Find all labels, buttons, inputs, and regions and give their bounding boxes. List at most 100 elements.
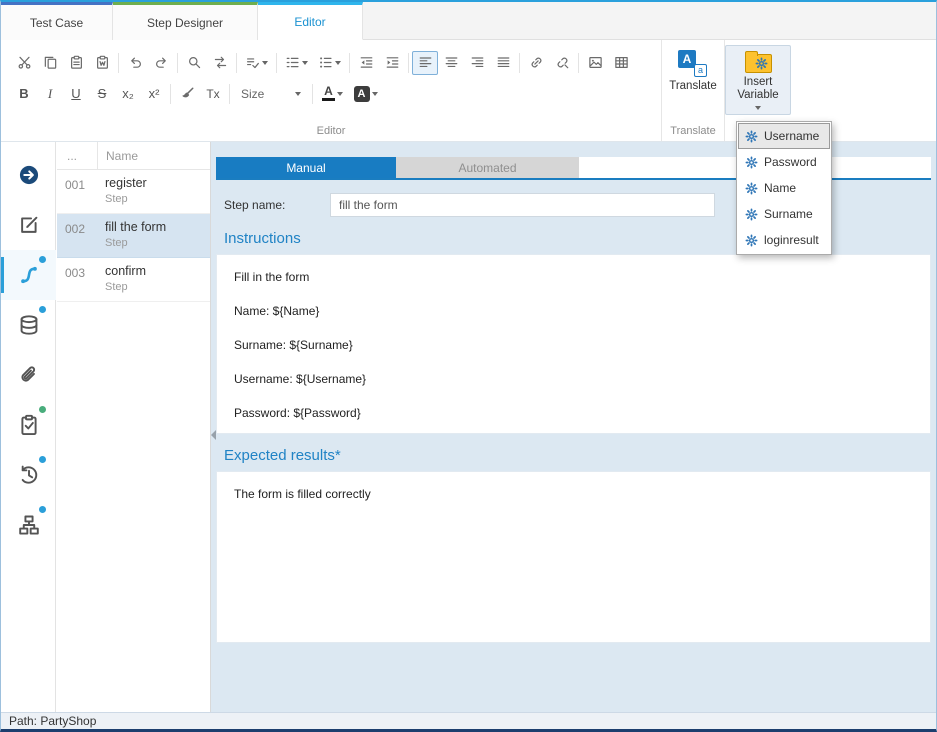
toolbar-separator <box>170 84 171 104</box>
toolbar-separator <box>408 53 409 73</box>
text-color-button[interactable]: A <box>316 82 349 106</box>
increase-indent-button[interactable] <box>379 51 405 75</box>
step-type: Step <box>105 193 210 205</box>
menu-item-password[interactable]: Password <box>738 149 830 175</box>
strikethrough-button[interactable]: S <box>89 82 115 106</box>
tab-manual[interactable]: Manual <box>216 157 396 178</box>
cut-button[interactable] <box>11 51 37 75</box>
table-button[interactable] <box>608 51 634 75</box>
align-right-button[interactable] <box>464 51 490 75</box>
translate-icon: A a <box>678 50 708 77</box>
app-window: Test Case Step Designer Editor <box>0 0 937 732</box>
subscript-button[interactable]: x₂ <box>115 82 141 106</box>
underline-button[interactable]: U <box>63 82 89 106</box>
instructions-line: Name: ${Name} <box>234 304 913 318</box>
decrease-indent-icon <box>359 55 374 70</box>
align-justify-button[interactable] <box>490 51 516 75</box>
notification-badge <box>39 256 46 263</box>
translate-button[interactable]: A a Translate <box>664 45 722 98</box>
sidebar-item-checklist[interactable] <box>1 400 56 450</box>
step-row-001[interactable]: 001 register Step <box>57 170 210 214</box>
document-tabbar: Test Case Step Designer Editor <box>1 2 936 40</box>
sidebar-item-attachments[interactable] <box>1 350 56 400</box>
sidebar-item-go[interactable] <box>1 150 56 200</box>
italic-button[interactable]: I <box>37 82 63 106</box>
editor-toolbar-group: B I U S x₂ x² Tx Size A A Editor <box>1 40 661 141</box>
gear-icon <box>745 130 758 143</box>
step-name-input[interactable] <box>330 193 715 217</box>
format-painter-button[interactable] <box>174 82 200 106</box>
notification-badge <box>39 406 46 413</box>
text-color-icon: A <box>322 86 335 101</box>
tab-step-designer[interactable]: Step Designer <box>113 2 258 40</box>
decrease-indent-button[interactable] <box>353 51 379 75</box>
path-label: Path: PartyShop <box>9 714 96 728</box>
undo-icon <box>128 55 143 70</box>
sidebar-item-data[interactable] <box>1 300 56 350</box>
translate-group: A a Translate Translate <box>662 40 724 141</box>
step-name: register <box>105 176 210 190</box>
step-row-002[interactable]: 002 fill the form Step <box>57 214 210 258</box>
superscript-button[interactable]: x² <box>141 82 167 106</box>
font-size-dropdown[interactable]: Size <box>233 82 309 106</box>
numbered-list-icon <box>285 55 300 70</box>
gear-icon <box>745 208 758 221</box>
align-left-button[interactable] <box>412 51 438 75</box>
sidebar-item-hierarchy[interactable] <box>1 500 56 550</box>
link-button[interactable] <box>523 51 549 75</box>
increase-indent-icon <box>385 55 400 70</box>
replace-button[interactable] <box>207 51 233 75</box>
menu-item-name[interactable]: Name <box>738 175 830 201</box>
undo-button[interactable] <box>122 51 148 75</box>
splitter-collapse-icon[interactable] <box>211 427 220 443</box>
menu-item-label: Name <box>764 181 796 195</box>
bold-button[interactable]: B <box>11 82 37 106</box>
step-name: confirm <box>105 264 210 278</box>
menu-item-username[interactable]: Username <box>738 123 830 149</box>
italic-label: I <box>48 86 52 102</box>
paste-button[interactable] <box>63 51 89 75</box>
paste-from-word-icon <box>95 55 110 70</box>
sidebar-item-history[interactable] <box>1 450 56 500</box>
cut-icon <box>17 55 32 70</box>
tab-step-designer-label: Step Designer <box>147 16 223 30</box>
paste-from-word-button[interactable] <box>89 51 115 75</box>
tab-editor[interactable]: Editor <box>258 2 363 40</box>
copy-button[interactable] <box>37 51 63 75</box>
format-painter-icon <box>180 86 195 101</box>
instructions-editor[interactable]: Fill in the form Name: ${Name} Surname: … <box>216 254 931 434</box>
statusbar: Path: PartyShop <box>1 712 936 729</box>
insert-variable-folder-icon <box>745 54 772 73</box>
background-color-button[interactable]: A <box>349 82 382 106</box>
step-number: 001 <box>57 170 97 213</box>
sidebar-item-edit[interactable] <box>1 200 56 250</box>
find-button[interactable] <box>181 51 207 75</box>
sidebar-item-steps[interactable] <box>1 250 56 300</box>
align-center-button[interactable] <box>438 51 464 75</box>
step-row-003[interactable]: 003 confirm Step <box>57 258 210 302</box>
bulleted-list-button[interactable] <box>313 51 346 75</box>
spell-check-button[interactable] <box>240 51 273 75</box>
menu-item-loginresult[interactable]: loginresult <box>738 227 830 253</box>
steps-header-row: ... Name <box>57 142 210 170</box>
tab-automated[interactable]: Automated <box>396 157 579 178</box>
steps-icon <box>18 264 40 286</box>
image-button[interactable] <box>582 51 608 75</box>
step-cell: register Step <box>97 170 210 213</box>
menu-item-label: Surname <box>764 207 813 221</box>
redo-icon <box>154 55 169 70</box>
replace-icon <box>213 55 228 70</box>
menu-item-label: loginresult <box>764 233 819 247</box>
menu-item-surname[interactable]: Surname <box>738 201 830 227</box>
remove-format-button[interactable]: Tx <box>200 82 226 106</box>
redo-button[interactable] <box>148 51 174 75</box>
copy-icon <box>43 55 58 70</box>
insert-variable-button[interactable]: Insert Variable <box>725 45 791 115</box>
instructions-line: Surname: ${Surname} <box>234 338 913 352</box>
numbered-list-button[interactable] <box>280 51 313 75</box>
expected-results-editor[interactable]: The form is filled correctly <box>216 471 931 643</box>
step-type: Step <box>105 237 210 249</box>
unlink-button[interactable] <box>549 51 575 75</box>
toolbar-row-1 <box>1 47 661 78</box>
tab-test-case[interactable]: Test Case <box>1 2 113 40</box>
